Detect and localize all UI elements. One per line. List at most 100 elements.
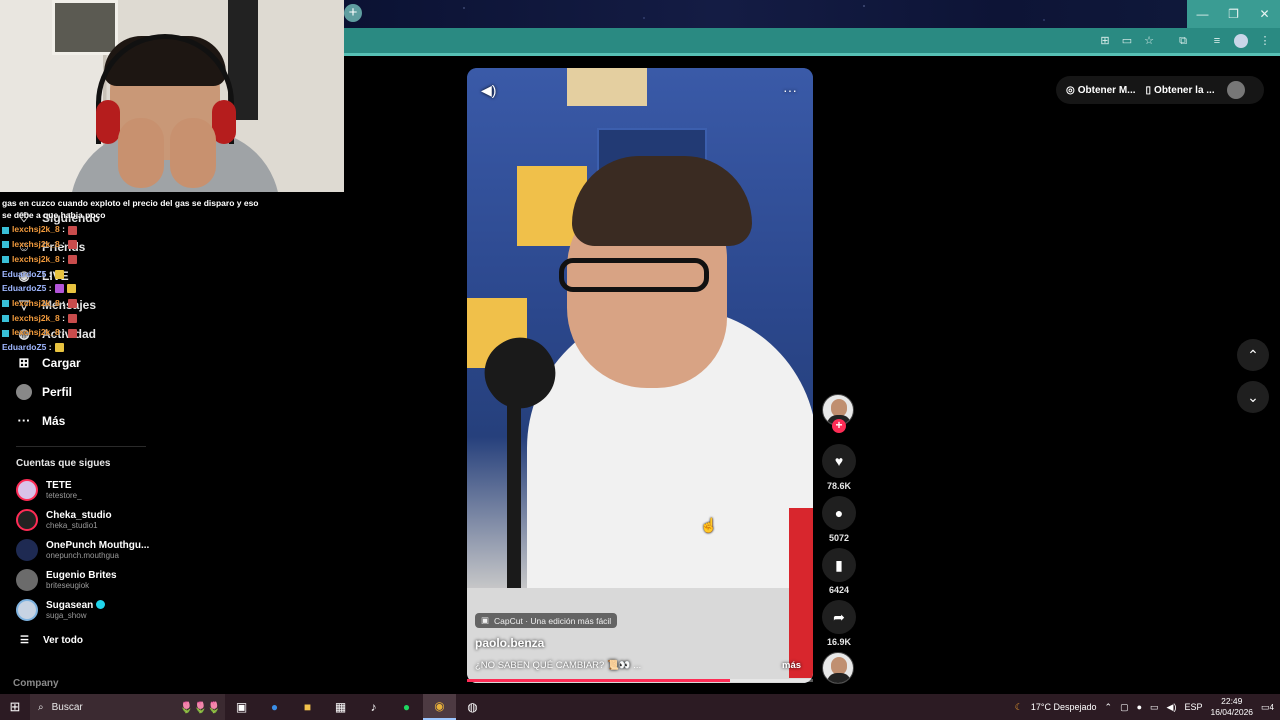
nav-more[interactable]: ··· Más	[16, 413, 66, 429]
store-icon[interactable]: ▦	[324, 694, 357, 720]
comment-button[interactable]: ● 5072	[822, 496, 856, 543]
tray-icon[interactable]: ▢	[1120, 702, 1129, 713]
task-view-button[interactable]: ▣	[225, 694, 258, 720]
avatar	[16, 599, 38, 621]
video-author[interactable]: paolo.benza	[475, 636, 544, 650]
heart-icon: ♥	[822, 444, 856, 478]
next-video-button[interactable]: ⌄	[1237, 381, 1269, 413]
browser-tab-strip	[344, 0, 1280, 28]
stream-chat-overlay: gas en cuzco cuando exploto el precio de…	[0, 196, 344, 355]
screen: + — ❐ ✕ ⊞ ▭ ☆ ⧉ ≡ ⋮ ♡ Siguiendo ☺ Friends …	[0, 0, 1280, 720]
avatar	[16, 479, 38, 501]
volume-icon[interactable]: ◀)	[481, 82, 496, 99]
address-bar[interactable]: ⊞ ▭ ☆ ⧉ ≡ ⋮	[344, 28, 1280, 56]
more-link[interactable]: más	[782, 660, 801, 671]
account-item[interactable]: Cheka_studio cheka_studio1	[16, 509, 176, 531]
language-indicator[interactable]: ESP	[1184, 702, 1202, 712]
chat-line: lexchsj2k_8 :	[0, 222, 344, 237]
like-button[interactable]: ♥ 78.6K	[822, 444, 856, 491]
webcam-overlay	[0, 0, 344, 192]
avatar	[16, 509, 38, 531]
follow-button[interactable]: +	[832, 419, 846, 433]
hand-cursor-icon: ☝	[700, 517, 718, 533]
verified-icon	[96, 600, 106, 610]
clock[interactable]: 22:49 16/04/2026	[1210, 696, 1253, 718]
tulips-icon: 🌷🌷🌷	[179, 701, 221, 714]
get-app-bar: ◎ Obtener M... ▯ Obtener la ...	[1056, 76, 1264, 104]
comment-icon: ●	[822, 496, 856, 530]
account-item[interactable]: OnePunch Mouthgu... onepunch.mouthgua	[16, 539, 176, 561]
search-icon: ⌕	[38, 701, 44, 713]
chevron-up-icon[interactable]: ⌃	[1105, 702, 1113, 713]
save-button[interactable]: ▮ 6424	[822, 548, 856, 595]
chat-line: lexchsj2k_8 :	[0, 325, 344, 340]
media-icon[interactable]: ≡	[1210, 34, 1224, 48]
profile-icon	[16, 384, 32, 400]
chat-line: lexchsj2k_8 :	[0, 311, 344, 326]
share-button[interactable]: ➦ 16.9K	[822, 600, 856, 647]
outlook-icon[interactable]: ●	[258, 694, 291, 720]
bookmark-icon: ▮	[822, 548, 856, 582]
minimize-button[interactable]: —	[1187, 0, 1218, 28]
user-avatar[interactable]	[1226, 81, 1245, 99]
following-accounts-title: Cuentas que sigues	[16, 458, 111, 469]
get-mobile-app-button[interactable]: ▯ Obtener la ...	[1146, 85, 1215, 96]
file-explorer-icon[interactable]: ■	[291, 694, 324, 720]
video-player[interactable]: ◀) ···	[467, 68, 813, 683]
chrome-icon[interactable]: ◉	[423, 694, 456, 720]
obs-icon[interactable]: ◍	[456, 694, 489, 720]
phone-icon: ▯	[1145, 84, 1152, 96]
star-icon[interactable]: ☆	[1142, 34, 1156, 48]
sidebar-divider	[16, 446, 146, 447]
chevron-up-icon: ⌃	[1247, 346, 1259, 363]
notification-count: 4	[1269, 702, 1274, 712]
chat-line: EduardoZ5 :	[0, 281, 344, 296]
upload-icon: ⊞	[18, 355, 30, 370]
get-app-button[interactable]: ◎ Obtener M...	[1066, 85, 1136, 96]
account-item[interactable]: Sugasean suga_show	[16, 599, 176, 621]
close-button[interactable]: ✕	[1249, 0, 1280, 28]
system-tray: ☾ 17°C Despejado ⌃ ▢ ● ▭ ◀) ESP 22:49 16…	[1015, 694, 1280, 720]
account-item[interactable]: TETE tetestore_	[16, 479, 176, 501]
comment-count: 5072	[828, 533, 850, 543]
spotify-icon[interactable]: ●	[390, 694, 423, 720]
chat-line: lexchsj2k_8 :	[0, 252, 344, 267]
weather-text[interactable]: 17°C Despejado	[1031, 702, 1097, 712]
avatar	[16, 539, 38, 561]
share-icon: ➦	[822, 600, 856, 634]
start-button[interactable]: ⊞	[0, 694, 30, 720]
nav-profile[interactable]: Perfil	[16, 384, 72, 400]
windows-icon: ⊞	[9, 699, 21, 714]
video-progress-bar[interactable]	[467, 679, 813, 682]
chat-line: lexchsj2k_8 :	[0, 237, 344, 252]
sound-avatar[interactable]	[822, 652, 856, 684]
more-options-icon[interactable]: ···	[783, 82, 797, 98]
account-item[interactable]: Eugenio Brites briteseugiok	[16, 569, 176, 591]
notification-icon[interactable]: ▭4	[1261, 702, 1274, 713]
chevron-down-icon: ⌄	[1247, 388, 1259, 405]
translate-icon[interactable]: ⊞	[1098, 34, 1112, 48]
share-count: 16.9K	[826, 637, 852, 647]
profile-icon[interactable]	[1234, 34, 1248, 48]
see-all-link[interactable]: ☰ Ver todo	[20, 635, 83, 646]
mic-icon[interactable]: ●	[1137, 702, 1142, 712]
menu-icon[interactable]: ⋮	[1258, 34, 1272, 48]
restore-button[interactable]: ❐	[1218, 0, 1249, 28]
desktop-icon: ◎	[1066, 84, 1075, 96]
taskbar-search[interactable]: ⌕ Buscar 🌷🌷🌷	[30, 694, 225, 720]
company-link[interactable]: Company	[13, 678, 59, 689]
new-tab-button[interactable]: +	[344, 4, 362, 22]
nav-upload[interactable]: ⊞ Cargar	[16, 355, 81, 371]
previous-video-button[interactable]: ⌃	[1237, 339, 1269, 371]
more-icon: ···	[17, 413, 31, 428]
tiktok-app-icon[interactable]: ♪	[357, 694, 390, 720]
video-description: ¿NO SABEN QUÉ CAMBIAR? 📜👀 ...	[475, 660, 642, 671]
extensions-icon[interactable]: ⧉	[1176, 34, 1190, 48]
network-icon[interactable]: ▭	[1150, 702, 1159, 713]
cast-icon[interactable]: ▭	[1120, 34, 1134, 48]
save-count: 6424	[828, 585, 850, 595]
volume-icon[interactable]: ◀)	[1167, 702, 1177, 713]
capcut-badge[interactable]: ▣ CapCut · Una edición más fácil	[475, 613, 618, 628]
list-icon: ☰	[20, 635, 29, 646]
weather-icon: ☾	[1014, 701, 1023, 712]
